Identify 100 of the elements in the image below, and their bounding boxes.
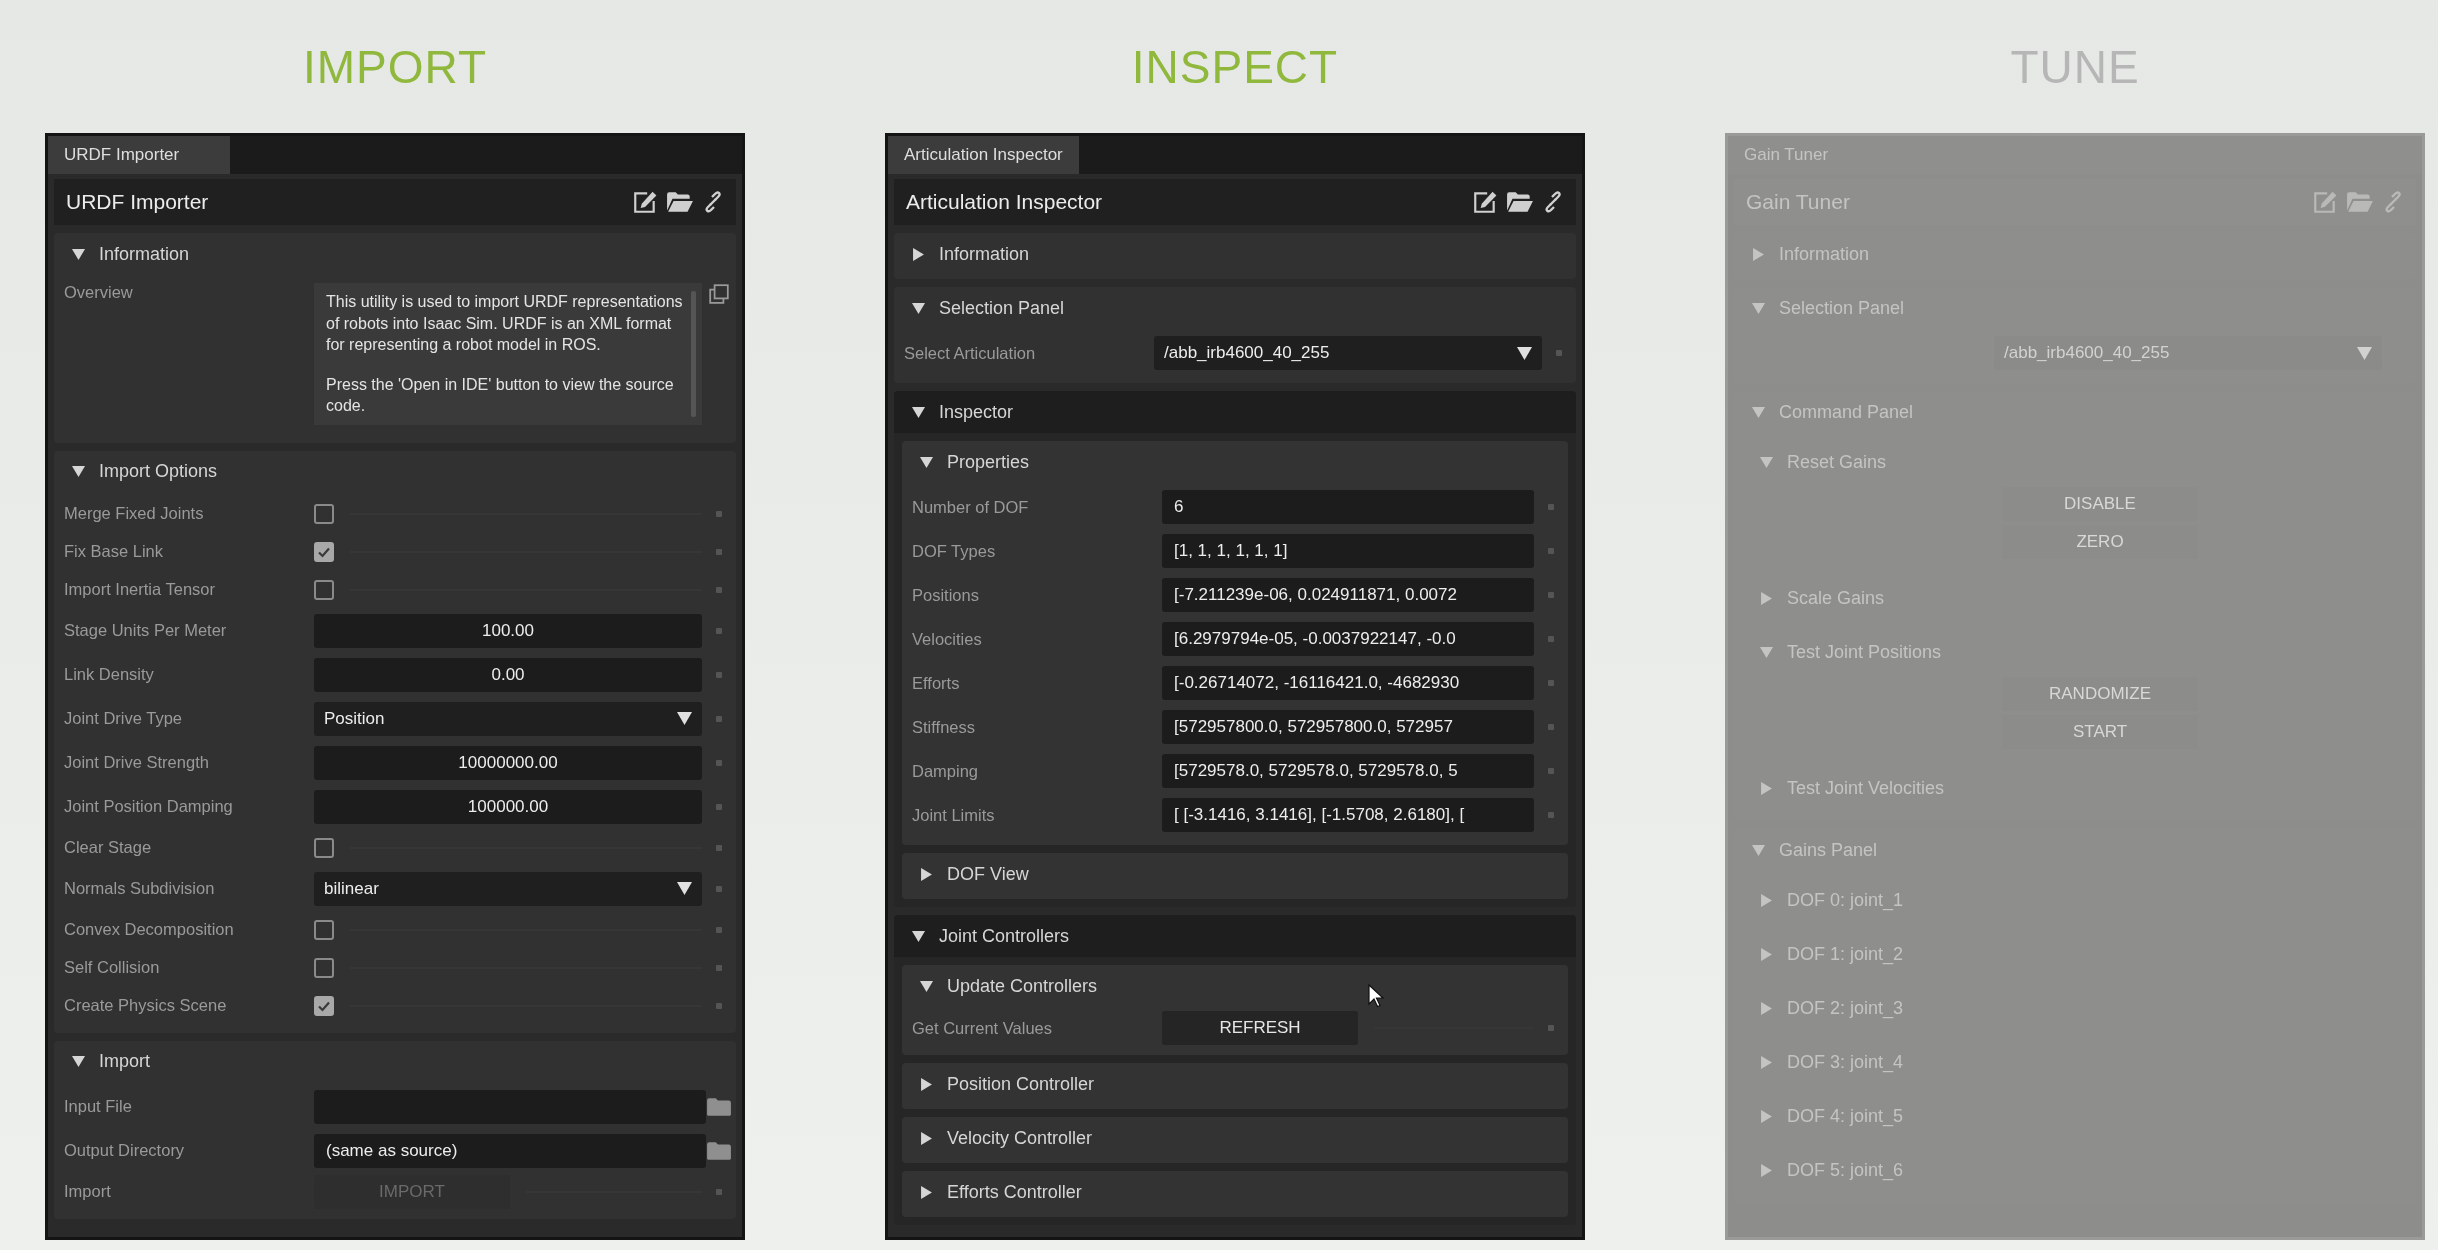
window-title: URDF Importer [66,190,209,214]
checkbox[interactable] [314,919,334,940]
open-folder-icon[interactable] [666,191,694,213]
caret-icon [72,465,85,479]
field-label: Get Current Values [912,1018,1052,1037]
caret-icon [920,1131,933,1145]
number-field[interactable]: 10000000.00 [314,745,702,780]
field-label: Import [64,1182,111,1201]
field-label: Select Articulation [904,343,1036,362]
caret-icon [1760,893,1773,907]
action-button[interactable]: REFRESH [1162,1011,1358,1045]
checkbox[interactable] [314,503,334,524]
section-header[interactable]: Properties [902,441,1568,483]
caret-icon [1752,405,1765,419]
panel-heading: INSPECT [1130,39,1340,95]
open-folder-icon[interactable] [1506,191,1534,213]
field-label: Damping [912,761,979,780]
field-label: Self Collision [64,958,160,977]
caret-icon [677,882,692,896]
caret-icon [1752,301,1765,315]
section-header[interactable]: Update Controllers [902,965,1568,1007]
checkbox[interactable] [314,579,334,600]
caret-icon [1760,455,1773,469]
caret-icon [912,929,925,943]
caret-icon [912,247,925,261]
section-header[interactable]: Selection Panel [894,287,1576,329]
field-label: Velocities [912,629,982,648]
caret-icon [1517,346,1532,360]
caret-icon [1760,947,1773,961]
field-label: Normals Subdivision [64,879,215,898]
field-label: Fix Base Link [64,542,164,561]
text-field[interactable]: 6 [1162,490,1534,524]
caret-icon [2357,346,2372,360]
text-field[interactable]: [572957800.0, 572957800.0, 572957 [1162,710,1534,744]
section-header[interactable]: Inspector [894,391,1576,433]
file-field[interactable] [314,1089,706,1124]
text-area[interactable]: This utility is used to import URDF representations of robots into Isaac Sim. URDF is an XML format for representing a robot model in ROS. Press the 'Open in IDE' button to view the source code. [314,283,702,425]
folder-icon[interactable] [706,1096,732,1117]
file-field[interactable]: (same as source) [314,1133,706,1168]
window-tab[interactable]: URDF Importer [48,136,230,174]
checkbox[interactable] [314,995,334,1016]
caret-icon [1760,645,1773,659]
checkbox[interactable] [314,541,334,562]
window-tab[interactable]: Articulation Inspector [888,136,1079,174]
text-field[interactable]: [1, 1, 1, 1, 1, 1] [1162,534,1534,568]
caret-icon [1760,591,1773,605]
caret-icon [1760,781,1773,795]
dropdown[interactable]: Position [314,701,702,736]
number-field[interactable]: 100000.00 [314,789,702,824]
link-icon[interactable] [702,191,724,213]
number-field[interactable]: 0.00 [314,657,702,692]
caret-icon [1760,1109,1773,1123]
caret-icon [72,1055,85,1069]
dropdown[interactable]: bilinear [314,871,702,906]
text-field[interactable]: [ [-3.1416, 3.1416], [-1.5708, 2.6180], [ [1162,798,1534,832]
section-header[interactable]: Import [54,1040,736,1083]
text-field[interactable]: [5729578.0, 5729578.0, 5729578.0, 5 [1162,754,1534,788]
text-field[interactable]: [6.2979794e-05, -0.0037922147, -0.0 [1162,622,1534,656]
edit-icon[interactable] [1472,190,1498,214]
field-label: Import Inertia Tensor [64,580,215,599]
field-label: Joint Position Damping [64,797,233,816]
field-label: Efforts [912,673,960,692]
field-label: Clear Stage [64,838,152,857]
dropdown[interactable]: /abb_irb4600_40_255 [1154,336,1542,370]
caret-icon [920,979,933,993]
caret-icon [920,455,933,469]
field-label: Joint Drive Strength [64,753,209,772]
caret-icon [920,867,933,881]
field-label: Number of DOF [912,497,1029,516]
caret-icon [912,405,925,419]
caret-icon [920,1185,933,1199]
text-field[interactable]: [-0.26714072, -16116421.0, -4682930 [1162,666,1534,700]
section-header[interactable]: Import Options [54,450,736,493]
caret-icon [677,712,692,726]
field-label: Output Directory [64,1141,185,1160]
section-header[interactable]: Information [54,233,736,275]
field-label: Merge Fixed Joints [64,504,204,523]
caret-icon [72,247,85,261]
link-icon[interactable] [1542,191,1564,213]
section-header[interactable]: Joint Controllers [894,915,1576,957]
scrollbar[interactable] [691,291,696,417]
edit-icon[interactable] [632,190,658,214]
folder-icon[interactable] [706,1140,732,1161]
field-label: Positions [912,585,979,604]
window-title: Articulation Inspector [906,190,1103,214]
caret-icon [1752,843,1765,857]
checkbox[interactable] [314,957,334,978]
caret-icon [912,301,925,315]
copy-icon[interactable] [708,283,730,305]
description-text: This utility is used to import URDF representations of robots into Isaac Sim. URDF is an XML format for representing a robot model in ROS. [326,292,684,356]
field-label: Stage Units Per Meter [64,621,227,640]
field-label: Overview [64,283,133,301]
caret-icon [1760,1163,1773,1177]
number-field[interactable]: 100.00 [314,613,702,648]
checkbox[interactable] [314,837,334,858]
cursor-icon [1368,984,1384,1008]
field-label: Stiffness [912,717,975,736]
description-text: Press the 'Open in IDE' button to view the source code. [326,374,675,417]
text-field[interactable]: [-7.211239e-06, 0.024911871, 0.0072 [1162,578,1534,612]
field-label: Convex Decomposition [64,920,234,939]
